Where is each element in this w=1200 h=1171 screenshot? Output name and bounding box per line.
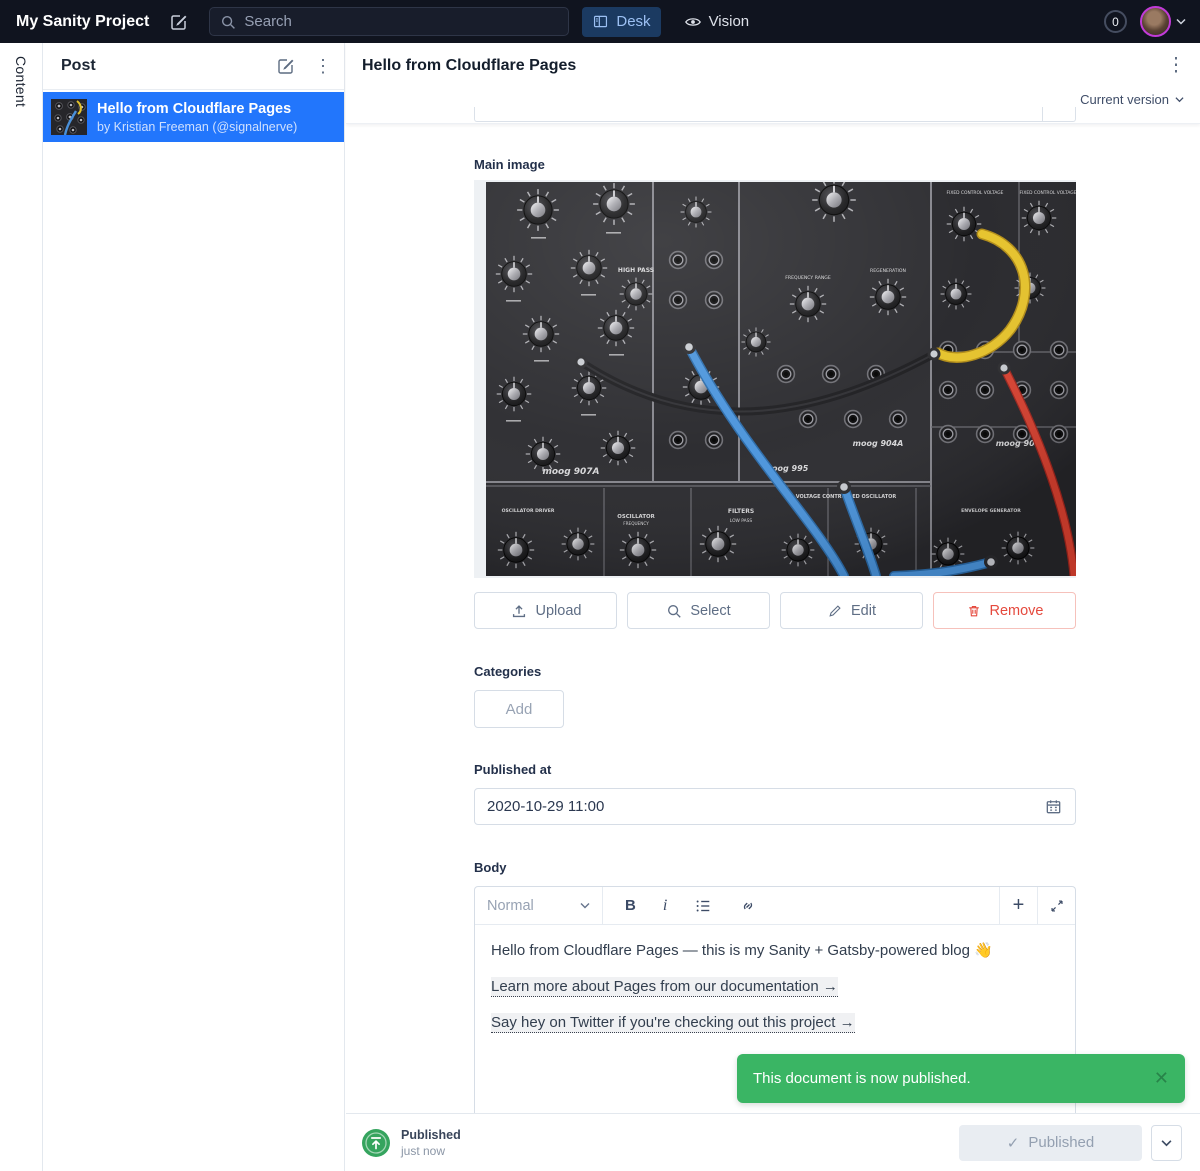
categories-label: Categories — [474, 664, 541, 679]
post-item-subtitle: by Kristian Freeman (@signalnerve) — [97, 120, 297, 134]
post-item-title: Hello from Cloudflare Pages — [97, 101, 297, 117]
eye-icon — [684, 13, 702, 31]
toast-message: This document is now published. — [753, 1070, 1154, 1087]
calendar-icon[interactable] — [1044, 797, 1063, 816]
document-footer: Published just now ✓ Published — [346, 1113, 1200, 1171]
body-label: Body — [474, 860, 507, 875]
add-category-button[interactable]: Add — [474, 690, 564, 728]
upload-label: Upload — [536, 603, 582, 619]
global-search[interactable] — [209, 7, 569, 36]
post-list-title: Post — [61, 57, 276, 75]
top-navbar: My Sanity Project Desk Visi — [0, 0, 1200, 43]
desk-icon — [592, 13, 609, 30]
publish-button[interactable]: ✓ Published — [959, 1125, 1142, 1161]
synthesizer-photo: HIGH PASS FREQUENCY RANGE REGENERATION m… — [486, 182, 1076, 576]
chevron-down-icon — [580, 902, 590, 909]
post-list-header: Post ⋮ — [43, 43, 344, 90]
remove-label: Remove — [990, 603, 1044, 619]
insert-block-button[interactable]: + — [999, 887, 1037, 924]
edit-label: Edit — [851, 603, 876, 619]
body-link-docs[interactable]: Learn more about Pages from our document… — [491, 977, 838, 997]
expand-icon — [1049, 898, 1065, 914]
close-icon[interactable]: ✕ — [1154, 1068, 1169, 1089]
version-label: Current version — [1080, 92, 1169, 107]
chevron-down-icon — [1161, 1139, 1172, 1147]
main-image-preview[interactable]: HIGH PASS FREQUENCY RANGE REGENERATION m… — [474, 180, 1076, 578]
new-document-icon[interactable] — [276, 56, 296, 76]
post-thumbnail — [51, 99, 87, 135]
publish-button-label: Published — [1028, 1134, 1094, 1151]
sanity-studio-app: My Sanity Project Desk Visi — [0, 0, 1200, 1171]
body-link-twitter[interactable]: Say hey on Twitter if you're checking ou… — [491, 1013, 855, 1033]
document-kebab-icon[interactable]: ⋮ — [1165, 54, 1187, 77]
pencil-icon — [827, 603, 843, 619]
select-button[interactable]: Select — [627, 592, 770, 629]
publish-status-time: just now — [401, 1144, 461, 1158]
edit-button[interactable]: Edit — [780, 592, 923, 629]
body-toolbar: Normal B i + — [475, 887, 1075, 925]
trash-icon — [966, 603, 982, 619]
format-buttons: B i — [603, 887, 999, 924]
publish-menu-chevron-button[interactable] — [1151, 1125, 1182, 1161]
avatar[interactable] — [1140, 6, 1171, 37]
field-divider — [1042, 107, 1043, 121]
body-paragraph: Hello from Cloudflare Pages — this is my… — [491, 940, 1059, 961]
body-content[interactable]: Hello from Cloudflare Pages — this is my… — [475, 925, 1075, 1033]
published-status-icon — [362, 1129, 390, 1157]
text-style-value: Normal — [487, 898, 534, 914]
publish-toast: This document is now published. ✕ — [737, 1054, 1185, 1103]
upload-button[interactable]: Upload — [474, 592, 617, 629]
document-editor-panel: Hello from Cloudflare Pages ⋮ Current ve… — [346, 43, 1200, 1171]
publish-status[interactable]: Published just now — [362, 1128, 461, 1158]
published-at-label: Published at — [474, 762, 551, 777]
image-actions: Upload Select Edit Remove — [474, 592, 1076, 629]
remove-button[interactable]: Remove — [933, 592, 1076, 629]
italic-button[interactable]: i — [663, 897, 667, 915]
search-icon — [666, 603, 682, 619]
search-input[interactable] — [244, 13, 534, 30]
expand-editor-button[interactable] — [1037, 887, 1075, 924]
post-item-text: Hello from Cloudflare Pages by Kristian … — [97, 101, 297, 134]
content-pane-label: Content — [13, 56, 29, 107]
select-label: Select — [690, 603, 730, 619]
main-image-label: Main image — [474, 157, 545, 172]
bold-button[interactable]: B — [625, 897, 636, 914]
upload-icon — [510, 602, 528, 620]
post-list-kebab-icon[interactable]: ⋮ — [314, 56, 328, 76]
content-pane-tab[interactable]: Content — [0, 43, 43, 1171]
tab-vision-label: Vision — [709, 13, 750, 30]
compose-icon[interactable] — [169, 12, 189, 32]
chevron-down-icon — [1175, 96, 1184, 103]
post-list-item-selected[interactable]: Hello from Cloudflare Pages by Kristian … — [43, 92, 344, 142]
published-at-field — [474, 788, 1076, 825]
scrolled-field-stub[interactable] — [474, 107, 1076, 122]
publish-status-title: Published — [401, 1128, 461, 1142]
link-icon[interactable] — [739, 897, 757, 915]
post-list-panel: Post ⋮ — [43, 43, 345, 1171]
publish-status-text: Published just now — [401, 1128, 461, 1158]
document-title: Hello from Cloudflare Pages — [362, 57, 576, 75]
tab-desk-label: Desk — [616, 13, 650, 30]
user-menu-chevron-down-icon[interactable] — [1176, 18, 1186, 25]
text-style-dropdown[interactable]: Normal — [475, 887, 603, 924]
tab-vision[interactable]: Vision — [674, 7, 760, 37]
tab-desk[interactable]: Desk — [582, 7, 660, 37]
bullet-list-icon[interactable] — [694, 897, 712, 915]
check-icon: ✓ — [1007, 1134, 1020, 1152]
version-selector[interactable]: Current version — [1080, 92, 1184, 107]
project-title: My Sanity Project — [16, 13, 149, 31]
search-icon — [220, 14, 236, 30]
notification-badge[interactable]: 0 — [1104, 10, 1127, 33]
published-at-input[interactable] — [487, 798, 1044, 815]
